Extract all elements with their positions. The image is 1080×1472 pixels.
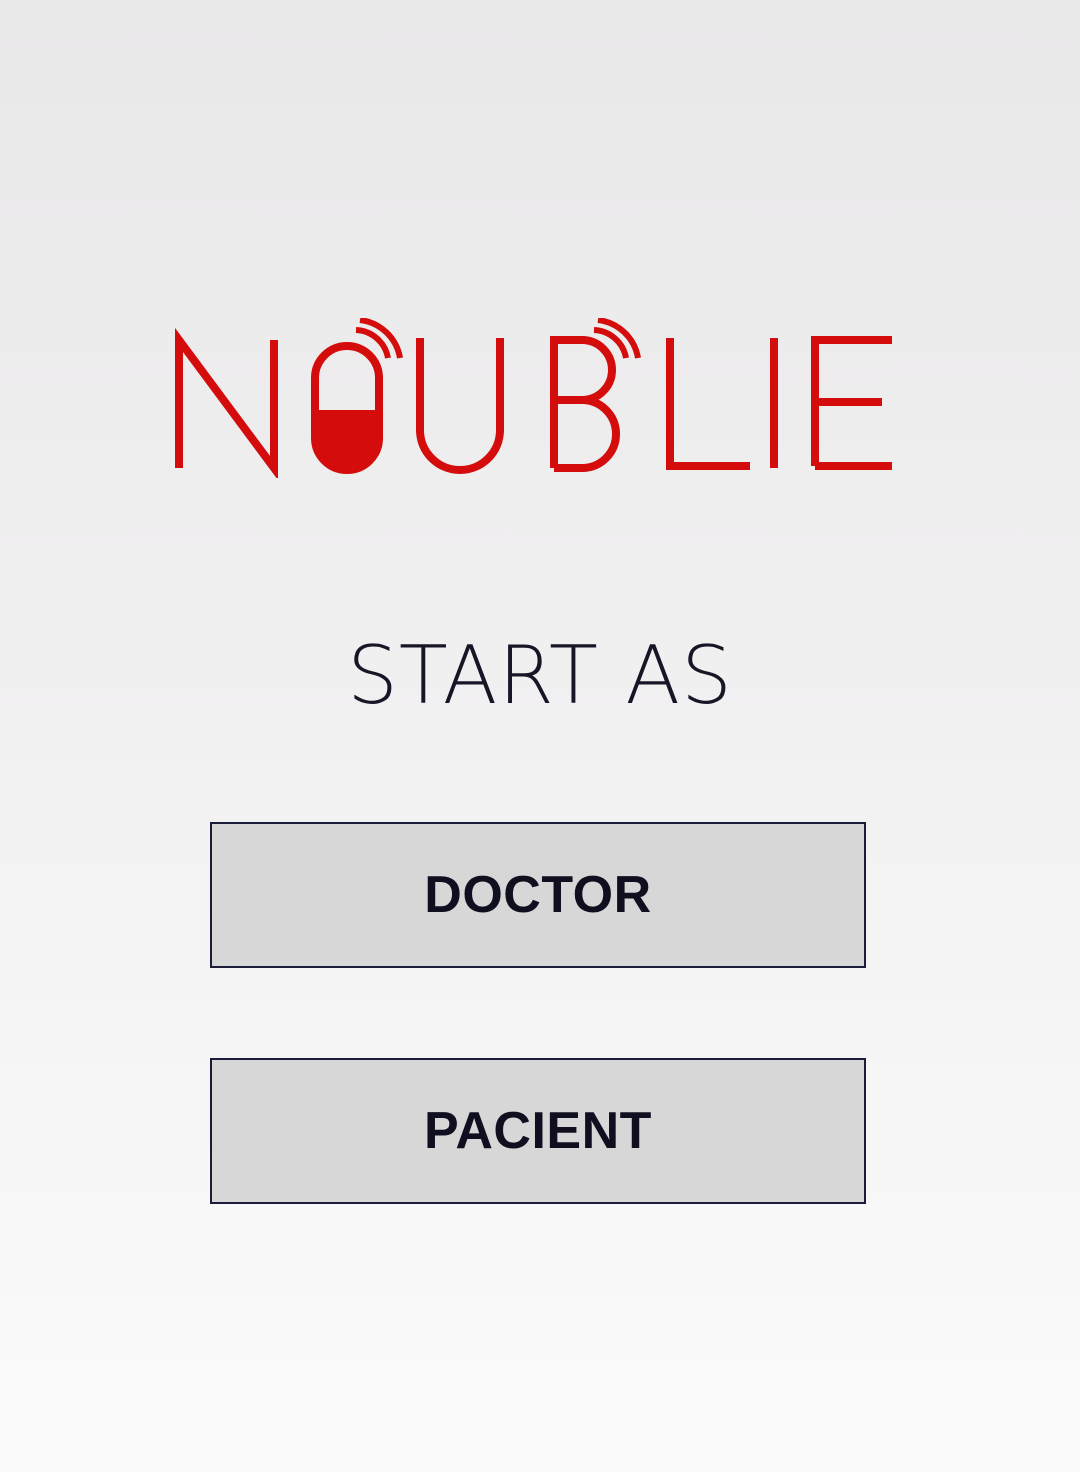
start-as-heading: START AS — [347, 629, 733, 722]
pacient-button[interactable]: PACIENT — [210, 1058, 866, 1204]
doctor-button-label: DOCTOR — [424, 866, 652, 924]
pacient-button-label: PACIENT — [424, 1102, 652, 1160]
doctor-button[interactable]: DOCTOR — [210, 822, 866, 968]
noublie-logo-icon — [175, 318, 892, 478]
app-logo — [170, 318, 900, 478]
